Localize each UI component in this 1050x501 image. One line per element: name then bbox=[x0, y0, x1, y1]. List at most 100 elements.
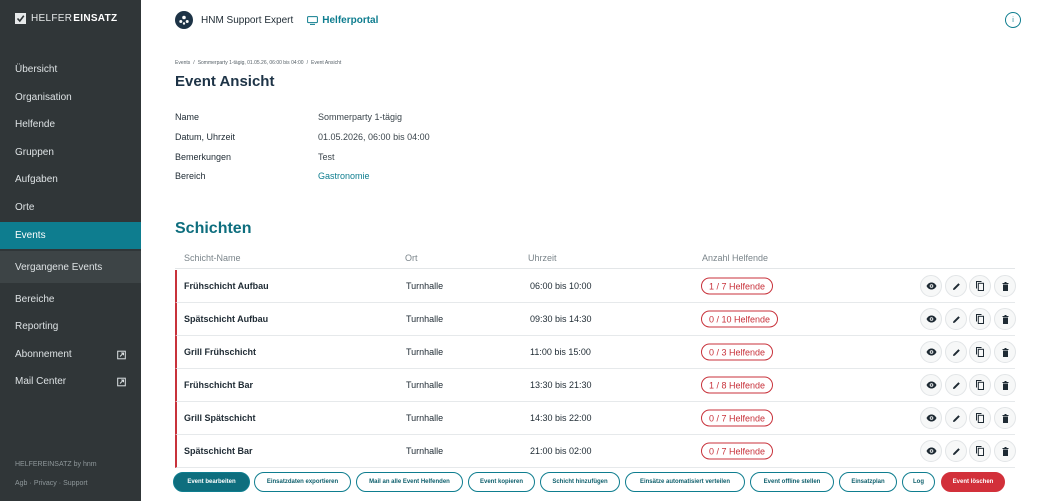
helfende-count-badge[interactable]: 0 / 7 Helfende bbox=[701, 442, 774, 460]
sidebar-item-label: Helfende bbox=[15, 119, 56, 130]
trash-button[interactable] bbox=[994, 341, 1016, 363]
detail-label: Datum, Uhrzeit bbox=[175, 132, 236, 142]
pencil-icon bbox=[952, 381, 961, 390]
pencil-button[interactable] bbox=[945, 275, 967, 297]
sidebar-item-label: Events bbox=[15, 230, 46, 241]
schicht-uhrzeit: 14:30 bis 22:00 bbox=[530, 413, 592, 423]
sidebar-item-aufgaben[interactable]: Aufgaben bbox=[0, 166, 141, 193]
breadcrumb-separator: / bbox=[306, 60, 308, 66]
sidebar-item-organisation[interactable]: Organisation bbox=[0, 84, 141, 111]
table-row[interactable]: Spätschicht Aufbau Turnhalle 09:30 bis 14:… bbox=[175, 303, 1016, 336]
copy-icon bbox=[976, 314, 984, 324]
copy-button[interactable] bbox=[969, 341, 991, 363]
sidebar-item-helfende[interactable]: Helfende bbox=[0, 111, 141, 138]
eye-button[interactable] bbox=[920, 308, 942, 330]
action-bar: Event bearbeiten Einsatzdaten exportiere… bbox=[0, 468, 1050, 501]
breadcrumb-item-events[interactable]: Events bbox=[175, 60, 190, 66]
eye-button[interactable] bbox=[920, 440, 942, 462]
info-icon[interactable]: i bbox=[1005, 12, 1021, 28]
organization-name[interactable]: HNM Support Expert bbox=[201, 15, 293, 26]
sidebar-item-label: Übersicht bbox=[15, 64, 58, 75]
helfende-count-badge[interactable]: 0 / 7 Helfende bbox=[701, 409, 774, 427]
column-header-anzahl: Anzahl Helfende bbox=[702, 253, 769, 263]
sidebar-item-reporting[interactable]: Reporting bbox=[0, 313, 141, 340]
sidebar-item-abonnement[interactable]: Abonnement bbox=[0, 341, 141, 368]
trash-button[interactable] bbox=[994, 308, 1016, 330]
copy-button[interactable] bbox=[969, 374, 991, 396]
sidebar-item-events[interactable]: Events bbox=[0, 222, 141, 249]
sidebar-item-label: Reporting bbox=[15, 321, 59, 332]
copy-icon bbox=[976, 413, 984, 423]
eye-button[interactable] bbox=[920, 374, 942, 396]
event-kopieren-button[interactable]: Event kopieren bbox=[468, 472, 535, 492]
helfende-count-badge[interactable]: 0 / 3 Helfende bbox=[701, 343, 774, 361]
pencil-icon bbox=[952, 315, 961, 324]
pencil-button[interactable] bbox=[945, 440, 967, 462]
pencil-icon bbox=[952, 414, 961, 423]
copy-icon bbox=[976, 281, 984, 291]
trash-icon bbox=[1002, 446, 1009, 456]
eye-icon bbox=[926, 315, 937, 323]
bereich-link[interactable]: Gastronomie bbox=[318, 171, 370, 181]
sidebar-item-label: Vergangene Events bbox=[15, 261, 103, 273]
pencil-button[interactable] bbox=[945, 374, 967, 396]
log-button[interactable]: Log bbox=[902, 472, 935, 492]
trash-button[interactable] bbox=[994, 374, 1016, 396]
trash-button[interactable] bbox=[994, 440, 1016, 462]
external-link-icon bbox=[117, 377, 126, 386]
pencil-button[interactable] bbox=[945, 308, 967, 330]
table-row[interactable]: Grill Frühschicht Turnhalle 11:00 bis 15:0… bbox=[175, 336, 1016, 369]
table-row[interactable]: Frühschicht Aufbau Turnhalle 06:00 bis 10:… bbox=[175, 270, 1016, 303]
sidebar-item-vergangene-events[interactable]: Vergangene Events bbox=[0, 251, 141, 283]
table-header: Schicht-Name Ort Uhrzeit Anzahl Helfende bbox=[175, 253, 1015, 269]
copy-icon bbox=[976, 347, 984, 357]
mail-all-button[interactable]: Mail an alle Event Helfenden bbox=[356, 472, 463, 492]
copy-button[interactable] bbox=[969, 407, 991, 429]
trash-button[interactable] bbox=[994, 407, 1016, 429]
sidebar: HELFER EINSATZ Übersicht Organisation He… bbox=[0, 0, 141, 501]
breadcrumb-item-event[interactable]: Sommerparty 1-tägig, 01.05.26, 06:00 bis… bbox=[198, 60, 304, 66]
checkbox-logo-icon bbox=[15, 13, 26, 24]
eye-button[interactable] bbox=[920, 341, 942, 363]
pencil-icon bbox=[952, 447, 961, 456]
eye-button[interactable] bbox=[920, 407, 942, 429]
table-row[interactable]: Grill Spätschicht Turnhalle 14:30 bis 22:0… bbox=[175, 402, 1016, 435]
logo-text-light: HELFER bbox=[31, 13, 73, 24]
sidebar-item-label: Aufgaben bbox=[15, 174, 58, 185]
einsatzplan-button[interactable]: Einsatzplan bbox=[839, 472, 897, 492]
helfende-count-badge[interactable]: 0 / 10 Helfende bbox=[701, 310, 779, 328]
export-button[interactable]: Einsatzdaten exportieren bbox=[254, 472, 351, 492]
copy-button[interactable] bbox=[969, 275, 991, 297]
copy-button[interactable] bbox=[969, 308, 991, 330]
helfende-count-badge[interactable]: 1 / 8 Helfende bbox=[701, 376, 774, 394]
helferportal-link[interactable]: Helferportal bbox=[307, 15, 378, 26]
schicht-hinzufuegen-button[interactable]: Schicht hinzufügen bbox=[540, 472, 620, 492]
event-bearbeiten-button[interactable]: Event bearbeiten bbox=[173, 472, 250, 492]
schicht-ort: Turnhalle bbox=[406, 413, 444, 423]
detail-value: Test bbox=[318, 152, 335, 162]
copy-button[interactable] bbox=[969, 440, 991, 462]
offline-stellen-button[interactable]: Event offline stellen bbox=[750, 472, 834, 492]
helfende-count-badge[interactable]: 1 / 7 Helfende bbox=[701, 277, 774, 295]
schichten-title: Schichten bbox=[175, 220, 252, 237]
sidebar-item-label: Orte bbox=[15, 202, 35, 213]
pencil-button[interactable] bbox=[945, 407, 967, 429]
app-logo[interactable]: HELFER EINSATZ bbox=[15, 13, 117, 24]
sidebar-item-bereiche[interactable]: Bereiche bbox=[0, 286, 141, 313]
schicht-ort: Turnhalle bbox=[406, 446, 444, 456]
sidebar-item-mail-center[interactable]: Mail Center bbox=[0, 368, 141, 395]
trash-button[interactable] bbox=[994, 275, 1016, 297]
eye-button[interactable] bbox=[920, 275, 942, 297]
pencil-button[interactable] bbox=[945, 341, 967, 363]
event-loeschen-button[interactable]: Event löschen bbox=[941, 472, 1005, 492]
auto-verteilen-button[interactable]: Einsätze automatisiert verteilen bbox=[625, 472, 745, 492]
sidebar-item-uebersicht[interactable]: Übersicht bbox=[0, 56, 141, 83]
sidebar-item-gruppen[interactable]: Gruppen bbox=[0, 139, 141, 166]
sidebar-item-orte[interactable]: Orte bbox=[0, 194, 141, 221]
organization-icon bbox=[175, 11, 193, 29]
table-row[interactable]: Spätschicht Bar Turnhalle 21:00 bis 02:00 0… bbox=[175, 435, 1016, 468]
table-row[interactable]: Frühschicht Bar Turnhalle 13:30 bis 21:30 1… bbox=[175, 369, 1016, 402]
schicht-name: Frühschicht Aufbau bbox=[184, 281, 269, 291]
detail-label: Bereich bbox=[175, 171, 206, 181]
monitor-icon bbox=[307, 15, 319, 25]
